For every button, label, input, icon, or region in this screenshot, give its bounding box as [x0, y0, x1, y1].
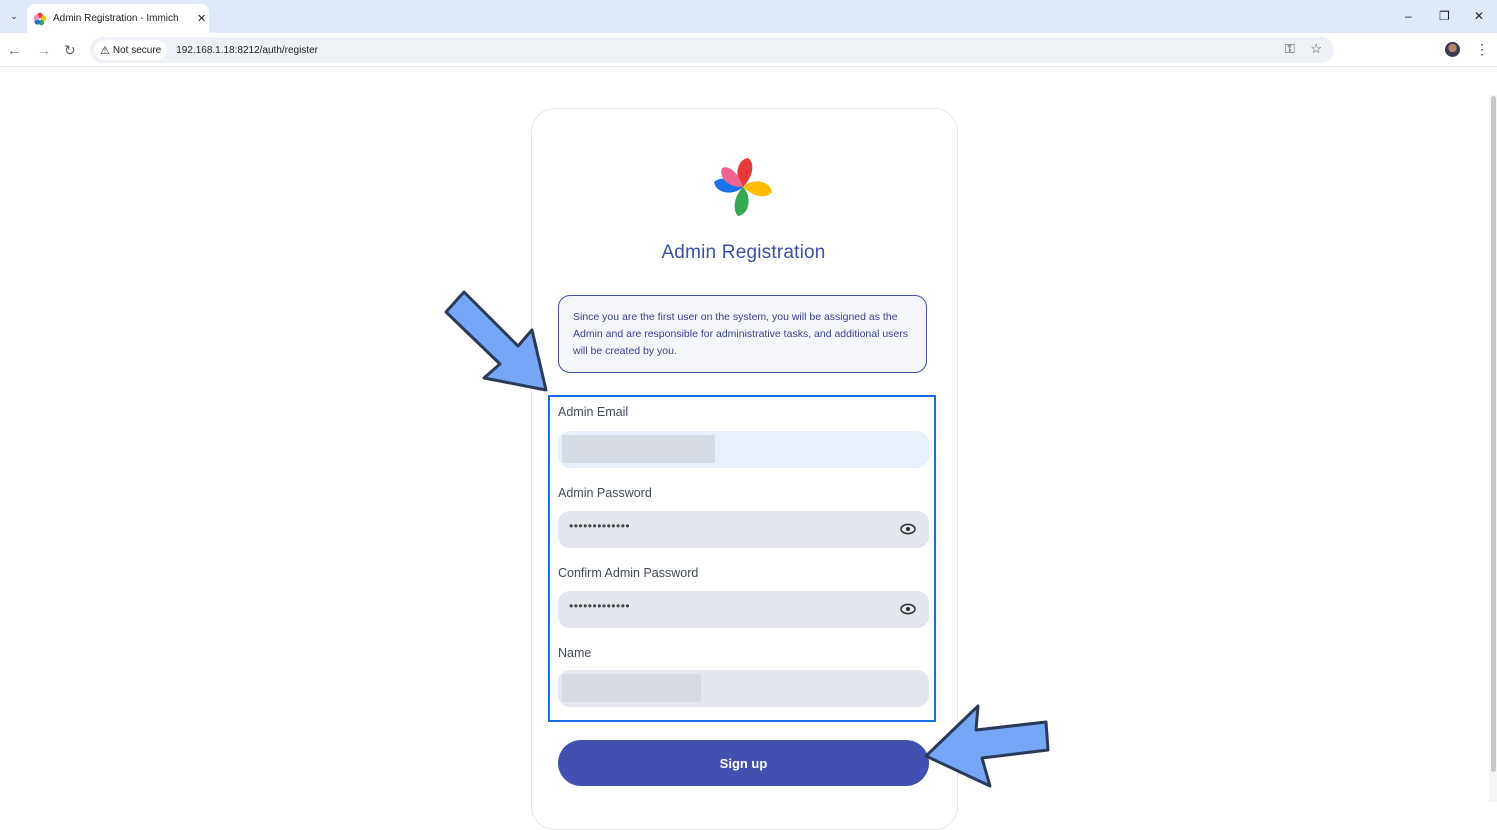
- key-icon[interactable]: ⚿: [1285, 41, 1295, 56]
- chevron-down-icon: ⌄: [10, 10, 18, 21]
- form-highlight-box: [548, 395, 936, 722]
- arrow-annotation-icon: [924, 704, 1050, 788]
- security-chip-label: Not secure: [112, 44, 162, 56]
- avatar[interactable]: [1445, 42, 1460, 57]
- close-window-icon[interactable]: ✕: [1474, 9, 1484, 23]
- admin-notice: Since you are the first user on the syst…: [558, 295, 927, 373]
- warning-icon: ⚠: [100, 44, 110, 57]
- back-icon[interactable]: ←: [7, 42, 21, 58]
- sign-up-button[interactable]: Sign up: [558, 740, 929, 786]
- toolbar: ← → ↻ ⚠ Not secure 192.168.1.18:8212/aut…: [0, 33, 1497, 67]
- arrow-annotation-icon: [444, 290, 548, 392]
- tab-title: Admin Registration - Immich: [53, 13, 179, 24]
- close-icon[interactable]: ✕: [197, 12, 206, 25]
- immich-logo-icon: [714, 158, 772, 216]
- security-chip[interactable]: ⚠ Not secure: [94, 40, 168, 60]
- page-title: Admin Registration: [661, 242, 826, 263]
- scrollbar-thumb[interactable]: [1491, 96, 1496, 772]
- address-bar[interactable]: ⚠ Not secure 192.168.1.18:8212/auth/regi…: [90, 37, 1334, 63]
- immich-logo-icon: [33, 12, 47, 25]
- url-text[interactable]: 192.168.1.18:8212/auth/register: [176, 45, 318, 56]
- kebab-menu-icon[interactable]: ⋮: [1475, 41, 1489, 58]
- star-icon[interactable]: ☆: [1310, 41, 1322, 56]
- active-tab[interactable]: Admin Registration - Immich ✕: [27, 4, 209, 33]
- minimize-icon[interactable]: –: [1405, 9, 1412, 23]
- tab-search-button[interactable]: ⌄: [6, 8, 22, 24]
- forward-icon[interactable]: →: [37, 42, 51, 58]
- reload-icon[interactable]: ↻: [64, 42, 76, 59]
- tab-strip: ⌄ Admin Registration - Immich ✕ – ❐ ✕: [0, 0, 1497, 33]
- restore-icon[interactable]: ❐: [1439, 9, 1450, 23]
